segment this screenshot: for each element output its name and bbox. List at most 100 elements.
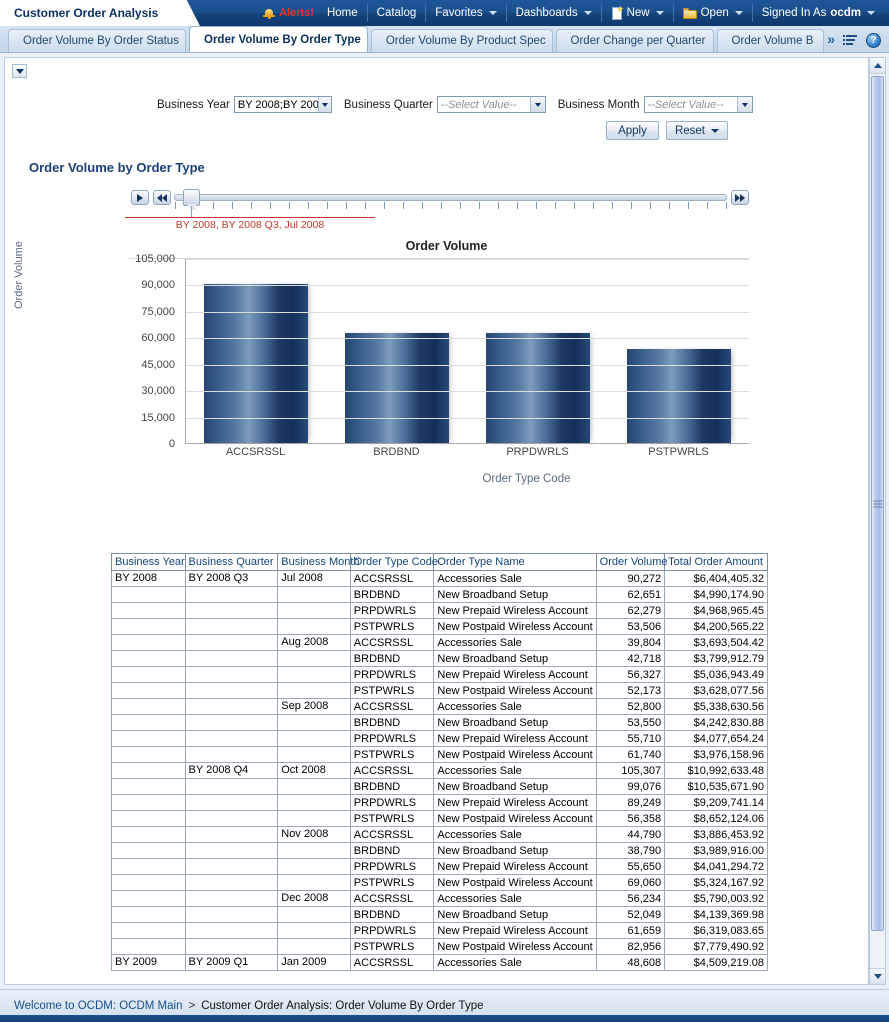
scrollbar-thumb[interactable] [871,76,884,931]
cell-order-type-name: New Prepaid Wireless Account [434,603,596,619]
cell-order-type-code: PRPDWRLS [350,603,434,619]
chart-bar[interactable] [204,284,308,443]
cell-business-year [112,891,186,907]
nav-favorites[interactable]: Favorites [426,4,506,22]
table-row: PSTPWRLSNew Postpaid Wireless Account56,… [112,811,768,827]
cell-business-month [278,795,351,811]
slider-forward-button[interactable] [731,190,749,205]
breadcrumb-home-link[interactable]: Welcome to OCDM: OCDM Main [14,1000,182,1012]
cell-total-order-amount: $6,404,405.32 [665,571,768,587]
chart-grid [185,259,749,444]
nav-new[interactable]: New [602,4,674,22]
prompt-filter-bar: Business Year BY 2008;BY 2009; Business … [5,58,868,113]
cell-business-quarter [185,907,278,923]
cell-business-quarter [185,891,278,907]
cell-order-volume: 61,740 [596,747,665,763]
nav-catalog[interactable]: Catalog [368,4,427,22]
cell-business-year [112,747,186,763]
prompt-buttons: Apply Reset [5,113,868,140]
apply-button[interactable]: Apply [606,121,659,140]
chart-bars [186,259,749,443]
apply-label: Apply [618,125,647,137]
cell-total-order-amount: $3,886,453.92 [665,827,768,843]
cell-order-volume: 69,060 [596,875,665,891]
pivot-table-container: Business Year Business Quarter Business … [111,553,768,971]
table-row: PRPDWRLSNew Prepaid Wireless Account89,2… [112,795,768,811]
business-month-select[interactable]: --Select Value-- [644,96,753,113]
nav-dashboards[interactable]: Dashboards [507,4,602,22]
cell-order-type-name: New Prepaid Wireless Account [434,667,596,683]
vertical-scrollbar[interactable] [869,57,886,985]
chart-gridline [186,365,749,366]
app-title-tab[interactable]: Customer Order Analysis [0,0,176,26]
column-header-total-order-amount[interactable]: Total Order Amount [665,554,768,571]
tab-order-volume-by-order-status[interactable]: Order Volume By Order Status [8,29,186,52]
cell-order-type-code: BRDBND [350,779,434,795]
scrollbar-grip-icon [873,498,882,509]
tab-label: Order Volume By Order Status [23,35,179,47]
page-options-icon[interactable] [843,34,858,47]
slider-play-button[interactable] [131,190,149,205]
cell-order-type-code: ACCSRSSL [350,763,434,779]
slider-track[interactable] [174,194,727,201]
tab-order-volume-by-order-type[interactable]: Order Volume By Order Type [189,26,368,52]
business-year-select[interactable]: BY 2008;BY 2009; [234,96,332,113]
time-slider[interactable]: BY 2008, BY 2008 Q3, Jul 2008 [127,187,752,231]
column-header-business-month[interactable]: Business Month [278,554,351,571]
nav-home[interactable]: Home [318,4,368,22]
chart-bar[interactable] [627,349,731,443]
nav-open[interactable]: Open [674,4,753,22]
collapse-section-button[interactable] [12,64,27,78]
chart-bar[interactable] [486,333,590,443]
cell-business-month [278,811,351,827]
tab-order-change-per-quarter[interactable]: Order Change per Quarter [556,29,714,52]
slider-back-button[interactable] [153,190,171,205]
table-row: PRPDWRLSNew Prepaid Wireless Account55,6… [112,859,768,875]
table-row: PRPDWRLSNew Prepaid Wireless Account62,2… [112,603,768,619]
cell-total-order-amount: $5,790,003.92 [665,891,768,907]
cell-order-type-name: Accessories Sale [434,763,596,779]
cell-total-order-amount: $7,779,490.92 [665,939,768,955]
cell-order-type-code: PSTPWRLS [350,747,434,763]
cell-order-volume: 39,804 [596,635,665,651]
cell-order-type-name: New Prepaid Wireless Account [434,795,596,811]
cell-order-type-code: ACCSRSSL [350,827,434,843]
column-header-business-year[interactable]: Business Year [112,554,186,571]
cell-order-type-name: New Prepaid Wireless Account [434,859,596,875]
cell-order-volume: 82,956 [596,939,665,955]
cell-order-volume: 89,249 [596,795,665,811]
alerts-button[interactable]: Alerts! [254,4,318,22]
signed-in-as-menu[interactable]: Signed In As ocdm [753,4,883,22]
slider-thumb[interactable] [183,189,200,206]
scroll-down-button[interactable] [870,968,885,984]
cell-order-type-code: ACCSRSSL [350,635,434,651]
cell-order-volume: 55,650 [596,859,665,875]
scroll-up-button[interactable] [870,58,885,74]
chart-x-tick-label: ACCSRSSL [185,446,326,458]
reset-button[interactable]: Reset [666,121,728,140]
scrollbar-track[interactable] [870,74,885,968]
cell-business-quarter [185,827,278,843]
slider-current-value: BY 2008, BY 2008 Q3, Jul 2008 [125,217,375,231]
cell-order-type-name: New Postpaid Wireless Account [434,683,596,699]
cell-order-type-code: PRPDWRLS [350,923,434,939]
column-header-order-type-name[interactable]: Order Type Name [434,554,596,571]
tab-order-volume-by-product-spec[interactable]: Order Volume By Product Spec [371,29,553,52]
cell-order-type-code: PRPDWRLS [350,795,434,811]
tab-order-volume-b[interactable]: Order Volume B [717,29,825,52]
cell-order-volume: 61,659 [596,923,665,939]
column-header-order-volume[interactable]: Order Volume [596,554,665,571]
cell-order-type-name: New Broadband Setup [434,779,596,795]
cell-order-volume: 53,506 [596,619,665,635]
tab-overflow-icon[interactable]: » [827,31,835,49]
chart-bar[interactable] [345,333,449,443]
column-header-order-type-code[interactable]: Order Type Code [350,554,434,571]
help-icon[interactable]: ? [866,33,881,48]
cell-order-type-name: Accessories Sale [434,699,596,715]
cell-order-type-name: New Broadband Setup [434,715,596,731]
business-quarter-select[interactable]: --Select Value-- [437,96,546,113]
column-header-business-quarter[interactable]: Business Quarter [185,554,278,571]
cell-business-month [278,667,351,683]
chart-gridline [186,312,749,313]
cell-order-type-code: ACCSRSSL [350,891,434,907]
